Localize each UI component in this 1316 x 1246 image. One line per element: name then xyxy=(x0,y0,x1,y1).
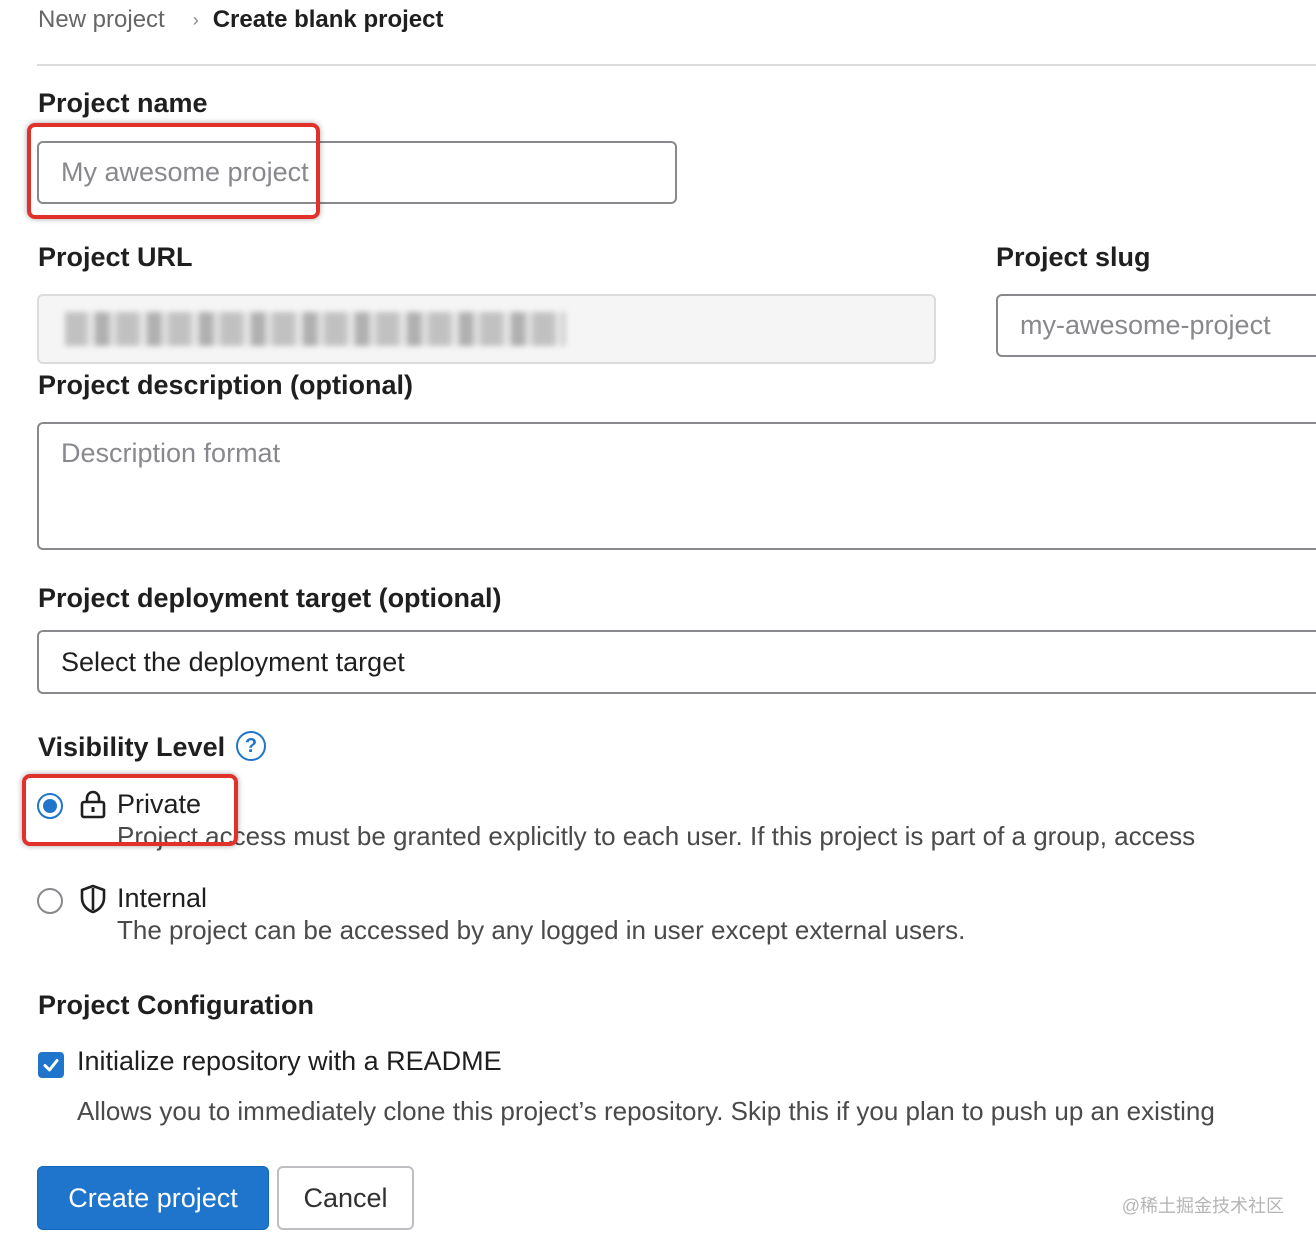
project-url-label: Project URL xyxy=(38,242,193,272)
deployment-target-label: Project deployment target (optional) xyxy=(38,583,502,613)
new-project-page: New project › Create blank project Proje… xyxy=(0,0,1316,1246)
cancel-button[interactable]: Cancel xyxy=(277,1166,414,1230)
breadcrumb: New project › Create blank project xyxy=(38,4,443,36)
watermark: @稀土掘金技术社区 xyxy=(1121,1196,1284,1216)
project-url-redacted xyxy=(65,312,565,346)
visibility-internal-description: The project can be accessed by any logge… xyxy=(117,915,966,945)
visibility-level-label: Visibility Level xyxy=(38,732,226,762)
project-slug-label: Project slug xyxy=(996,242,1151,272)
project-configuration-label: Project Configuration xyxy=(38,990,314,1020)
visibility-internal-radio[interactable] xyxy=(37,888,63,914)
create-project-button[interactable]: Create project xyxy=(37,1166,269,1230)
visibility-internal-title: Internal xyxy=(117,883,208,913)
project-name-input[interactable]: My awesome project xyxy=(37,141,677,204)
shield-icon xyxy=(80,884,106,914)
readme-checkbox-label[interactable]: Initialize repository with a README xyxy=(77,1046,502,1077)
lock-icon xyxy=(80,790,106,819)
project-description-textarea[interactable]: Description format xyxy=(37,422,1316,550)
deployment-target-select[interactable]: Select the deployment target xyxy=(37,630,1316,694)
project-description-label: Project description (optional) xyxy=(38,370,414,400)
header-divider xyxy=(37,64,1316,66)
readme-checkbox-help: Allows you to immediately clone this pro… xyxy=(77,1096,1215,1126)
project-name-label: Project name xyxy=(38,88,208,118)
breadcrumb-separator-icon: › xyxy=(192,9,199,30)
breadcrumb-current: Create blank project xyxy=(212,6,444,33)
project-name-placeholder: My awesome project xyxy=(61,157,309,187)
visibility-private-radio[interactable] xyxy=(37,793,63,819)
checkmark-icon xyxy=(43,1059,59,1072)
visibility-private-title: Private xyxy=(117,789,202,819)
visibility-private-description: Project access must be granted explicitl… xyxy=(117,821,1196,851)
readme-checkbox[interactable] xyxy=(38,1052,64,1078)
question-circle-icon[interactable]: ? xyxy=(236,731,266,761)
breadcrumb-new-project-link[interactable]: New project xyxy=(38,6,165,34)
deployment-target-selected: Select the deployment target xyxy=(61,646,405,677)
project-description-placeholder: Description format xyxy=(61,438,281,468)
project-slug-input[interactable]: my-awesome-project xyxy=(996,294,1316,357)
project-url-field[interactable] xyxy=(37,294,936,364)
project-slug-placeholder: my-awesome-project xyxy=(1020,310,1271,340)
